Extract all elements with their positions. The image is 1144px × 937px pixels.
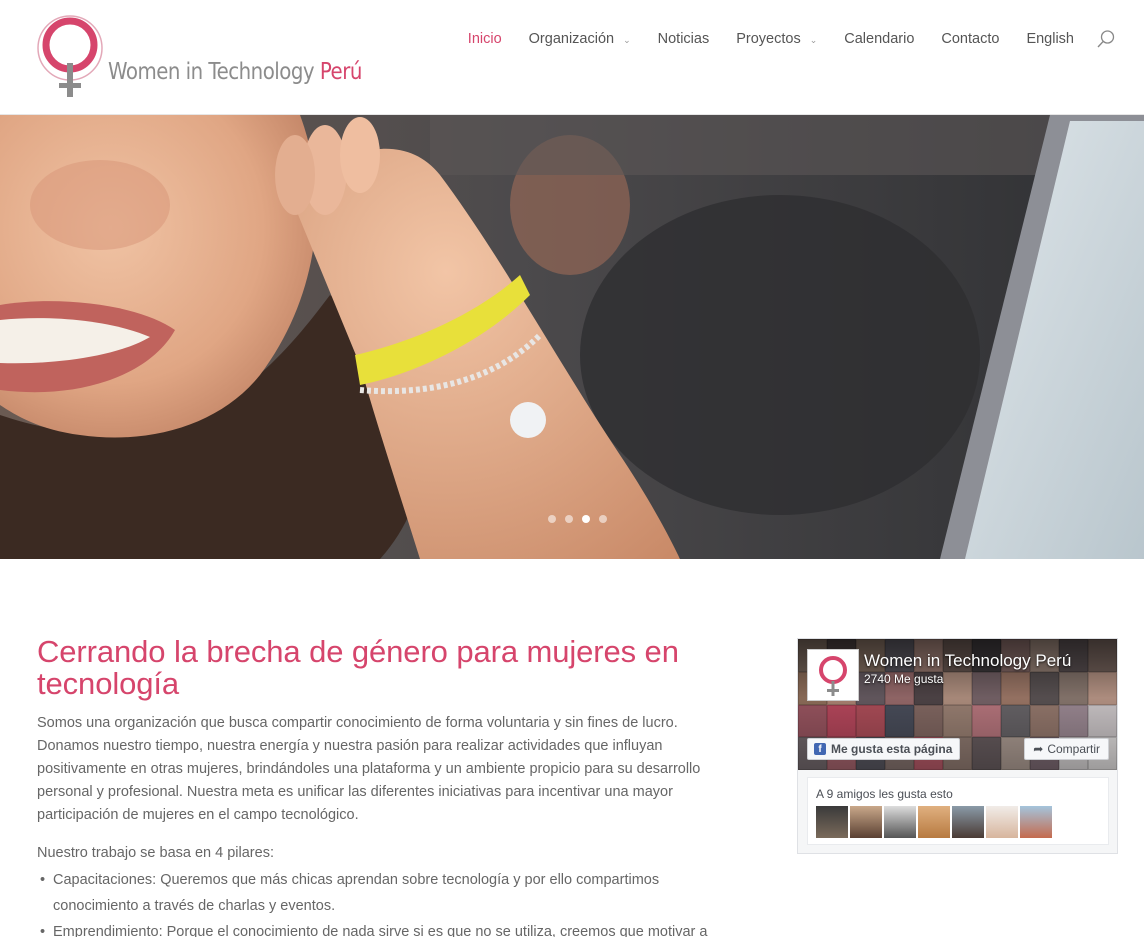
nav-label: Proyectos — [736, 31, 801, 47]
facebook-cover-photo[interactable]: Women in Technology Perú 2740 Me gusta f… — [798, 639, 1117, 770]
slider-dot[interactable] — [599, 515, 607, 523]
friend-avatar[interactable] — [850, 806, 882, 838]
pillars-list: Capacitaciones: Queremos que más chicas … — [37, 867, 737, 937]
nav-item-english[interactable]: English — [1026, 31, 1074, 47]
friend-avatar[interactable] — [884, 806, 916, 838]
slider-dot[interactable] — [565, 515, 573, 523]
facebook-page-name[interactable]: Women in Technology Perú — [864, 651, 1071, 671]
list-item: Emprendimiento: Porque el conocimiento d… — [37, 919, 737, 937]
friend-avatar[interactable] — [816, 806, 848, 838]
search-icon[interactable] — [1096, 29, 1116, 49]
logo-text-accent: Perú — [319, 59, 363, 85]
nav-item-noticias[interactable]: Noticias — [658, 31, 710, 47]
main-nav: Inicio Organización ⌄ Noticias Proyectos ⌄… — [468, 29, 1116, 49]
nav-label: Inicio — [467, 31, 502, 47]
nav-item-contacto[interactable]: Contacto — [941, 31, 999, 47]
nav-label: Organización — [528, 31, 615, 47]
female-symbol-logo-icon — [37, 15, 103, 97]
site-header: Women in Technology Perú Inicio Organiza… — [0, 0, 1144, 115]
nav-item-proyectos[interactable]: Proyectos ⌄ — [736, 31, 817, 47]
nav-item-calendario[interactable]: Calendario — [844, 31, 914, 47]
facebook-friends-box: A 9 amigos les gusta esto — [807, 777, 1109, 845]
nav-label: Contacto — [941, 31, 1000, 47]
friend-avatar[interactable] — [986, 806, 1018, 838]
site-logo[interactable]: Women in Technology Perú — [37, 15, 362, 99]
friends-like-text: A 9 amigos les gusta esto — [816, 787, 953, 801]
intro-paragraph: Somos una organización que busca compart… — [37, 715, 701, 823]
facebook-like-count: 2740 Me gusta — [864, 672, 944, 686]
nav-label: Noticias — [657, 31, 710, 47]
page-avatar[interactable] — [807, 649, 859, 701]
facebook-icon: f — [814, 743, 826, 755]
nav-item-organizacion[interactable]: Organización ⌄ — [529, 31, 631, 47]
nav-label: English — [1026, 31, 1074, 47]
friends-avatars — [816, 806, 1052, 838]
friend-avatar[interactable] — [952, 806, 984, 838]
page-title: Cerrando la brecha de género para mujere… — [37, 634, 679, 701]
logo-text-main: Women in Technology — [108, 59, 315, 85]
slider-dot-active[interactable] — [582, 515, 590, 523]
share-arrow-icon: ➦ — [1033, 742, 1044, 756]
hero-photo — [0, 115, 1144, 559]
chevron-down-icon: ⌄ — [809, 34, 818, 45]
slider-pagination — [548, 515, 607, 523]
friend-avatar[interactable] — [1020, 806, 1052, 838]
share-button-label: Compartir — [1047, 742, 1100, 756]
hero-slider[interactable] — [0, 115, 1144, 559]
facebook-share-button[interactable]: ➦ Compartir — [1024, 738, 1109, 760]
pillars-heading: Nuestro trabajo se basa en 4 pilares: — [37, 845, 274, 861]
female-symbol-logo-icon — [819, 656, 847, 696]
friend-avatar[interactable] — [918, 806, 950, 838]
slider-dot[interactable] — [548, 515, 556, 523]
main-content: Cerrando la brecha de género para mujere… — [37, 636, 737, 937]
nav-item-inicio[interactable]: Inicio — [468, 31, 502, 47]
like-button-label: Me gusta esta página — [831, 742, 953, 756]
chevron-down-icon: ⌄ — [623, 34, 631, 45]
facebook-page-widget: Women in Technology Perú 2740 Me gusta f… — [797, 638, 1118, 854]
list-item: Capacitaciones: Queremos que más chicas … — [37, 867, 737, 919]
logo-text: Women in Technology Perú — [108, 59, 362, 85]
facebook-like-button[interactable]: f Me gusta esta página — [807, 738, 961, 760]
nav-label: Calendario — [844, 31, 915, 47]
